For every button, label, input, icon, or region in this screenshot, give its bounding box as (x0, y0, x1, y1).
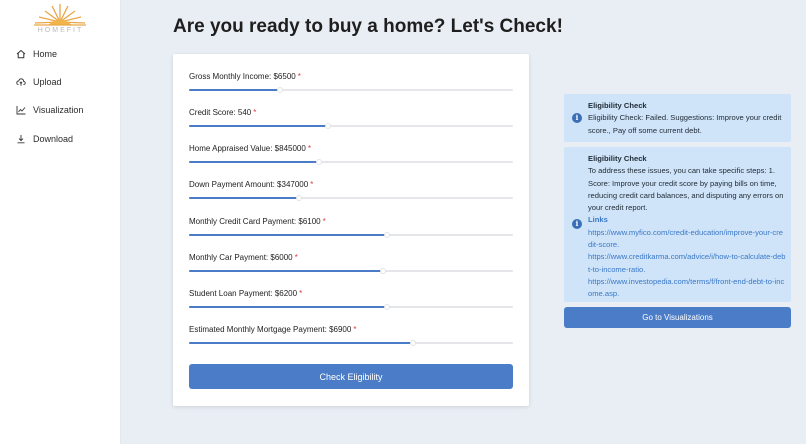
slider-thumb[interactable] (409, 340, 416, 346)
field-label: Monthly Credit Card Payment: $6100 * (189, 217, 326, 226)
gross-income-field: Gross Monthly Income: $6500 * (189, 72, 513, 98)
go-to-visualizations-button[interactable]: Go to Visualizations (564, 307, 791, 328)
logo-text: HOMEFIT (37, 27, 84, 34)
page-title: Are you ready to buy a home? Let's Check… (173, 16, 563, 37)
required-marker: * (299, 289, 303, 298)
line-chart-icon (16, 105, 26, 115)
slider-thumb[interactable] (315, 159, 322, 165)
info-icon: i (572, 113, 582, 123)
download-icon (16, 134, 26, 144)
sidebar-item-label: Download (33, 134, 74, 144)
slider-thumb[interactable] (276, 87, 283, 93)
field-label: Student Loan Payment: $6200 * (189, 289, 303, 298)
slider-thumb[interactable] (296, 195, 303, 201)
investopedia-link[interactable]: https://www.investopedia.com/terms/f/fro… (588, 276, 786, 301)
student-loan-field: Student Loan Payment: $6200 * (189, 289, 513, 315)
alert-title: Eligibility Check (588, 101, 647, 110)
credit-score-field: Credit Score: 540 * (189, 108, 513, 134)
slider-thumb[interactable] (383, 304, 390, 310)
required-marker: * (310, 180, 314, 189)
eligibility-form: Gross Monthly Income: $6500 * Credit Scor… (173, 54, 529, 406)
slider-thumb[interactable] (325, 123, 332, 129)
alert-content: Eligibility Check Eligibility Check: Fai… (588, 100, 786, 137)
field-label: Home Appraised Value: $845000 * (189, 144, 311, 153)
sidebar-item-download[interactable]: Download (16, 130, 73, 148)
check-eligibility-button[interactable]: Check Eligibility (189, 364, 513, 389)
field-label: Down Payment Amount: $347000 * (189, 180, 314, 189)
myfico-link[interactable]: https://www.myfico.com/credit-education/… (588, 227, 786, 252)
required-marker: * (294, 253, 298, 262)
slider-fill (189, 270, 384, 272)
required-marker: * (322, 217, 326, 226)
creditkarma-link[interactable]: https://www.creditkarma.com/advice/i/how… (588, 251, 786, 276)
sidebar-item-label: Upload (33, 77, 62, 87)
required-marker: * (353, 325, 357, 334)
sidebar: HOMEFIT Home Upload Visualization Downlo… (0, 0, 121, 444)
credit-card-payment-slider[interactable] (189, 232, 513, 238)
sidebar-item-visualization[interactable]: Visualization (16, 101, 83, 119)
down-payment-field: Down Payment Amount: $347000 * (189, 180, 513, 206)
slider-fill (189, 234, 387, 236)
sidebar-item-home[interactable]: Home (16, 45, 57, 63)
eligibility-summary-alert: i Eligibility Check Eligibility Check: F… (564, 94, 791, 142)
alert-text: Eligibility Check: Failed. Suggestions: … (588, 113, 782, 135)
car-payment-slider[interactable] (189, 268, 513, 274)
upload-icon (16, 77, 26, 87)
info-icon: i (572, 219, 582, 229)
field-label: Estimated Monthly Mortgage Payment: $690… (189, 325, 357, 334)
credit-card-payment-field: Monthly Credit Card Payment: $6100 * (189, 217, 513, 243)
home-icon (16, 49, 26, 59)
field-label: Credit Score: 540 * (189, 108, 257, 117)
alert-content: Eligibility Check To address these issue… (588, 153, 786, 301)
sidebar-item-upload[interactable]: Upload (16, 73, 62, 91)
slider-thumb[interactable] (383, 232, 390, 238)
eligibility-details-alert: i Eligibility Check To address these iss… (564, 147, 791, 302)
gross-income-slider[interactable] (189, 87, 513, 93)
slider-fill (189, 89, 280, 91)
mortgage-payment-field: Estimated Monthly Mortgage Payment: $690… (189, 325, 513, 351)
alert-title: Eligibility Check (588, 154, 647, 163)
slider-fill (189, 125, 329, 127)
required-marker: * (307, 144, 311, 153)
field-label: Gross Monthly Income: $6500 * (189, 72, 301, 81)
slider-fill (189, 306, 387, 308)
field-label: Monthly Car Payment: $6000 * (189, 253, 298, 262)
home-value-field: Home Appraised Value: $845000 * (189, 144, 513, 170)
slider-fill (189, 161, 319, 163)
car-payment-field: Monthly Car Payment: $6000 * (189, 253, 513, 279)
down-payment-slider[interactable] (189, 195, 513, 201)
required-marker: * (297, 72, 301, 81)
credit-score-slider[interactable] (189, 123, 513, 129)
slider-thumb[interactable] (380, 268, 387, 274)
slider-fill (189, 342, 413, 344)
sidebar-item-label: Home (33, 49, 58, 59)
required-marker: * (253, 108, 257, 117)
student-loan-slider[interactable] (189, 304, 513, 310)
links-heading: Links (588, 215, 608, 225)
alert-text: To address these issues, you can take sp… (588, 166, 784, 213)
slider-fill (189, 197, 300, 199)
mortgage-payment-slider[interactable] (189, 340, 513, 346)
home-value-slider[interactable] (189, 159, 513, 165)
sidebar-item-label: Visualization (33, 105, 84, 115)
